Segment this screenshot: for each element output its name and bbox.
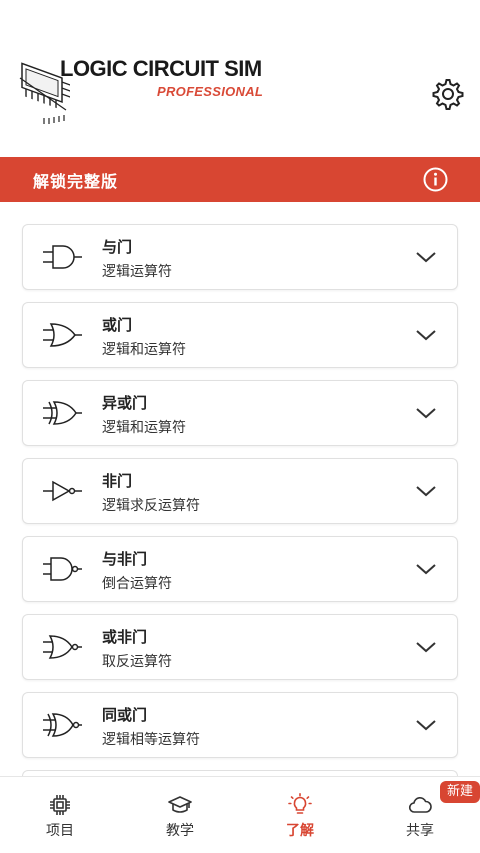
tab-label: 项目 — [46, 823, 74, 839]
gear-icon[interactable] — [430, 76, 466, 112]
logo-title: LOGIC CIRCUIT SIM — [60, 56, 262, 81]
tab-label: 共享 — [406, 823, 434, 839]
app-logo: LOGIC CIRCUIT SIM PROFESSIONAL — [14, 48, 289, 130]
tab-projects[interactable]: 项目 — [0, 777, 120, 853]
gate-subtitle: 取反运算符 — [102, 654, 172, 670]
list-item-nor-gate[interactable]: 或非门 取反运算符 — [22, 614, 458, 680]
chevron-down-icon[interactable] — [415, 718, 437, 732]
chevron-down-icon[interactable] — [415, 640, 437, 654]
chevron-down-icon[interactable] — [415, 250, 437, 264]
gate-subtitle: 倒合运算符 — [102, 576, 172, 592]
tab-learn[interactable]: 了解 — [240, 777, 360, 853]
bottom-tab-bar: 项目 教学 了解 共享 — [0, 776, 480, 853]
and-gate-icon — [43, 245, 82, 269]
gate-list: 与门 逻辑运算符 或门 逻辑和运算符 异或门 逻辑和运算符 非门 逻辑求反运算符… — [22, 224, 458, 770]
cloud-icon — [408, 797, 432, 813]
gate-title: 非门 — [102, 472, 133, 490]
gate-title: 或非门 — [102, 628, 148, 646]
xor-gate-icon — [43, 401, 82, 425]
app-header: LOGIC CIRCUIT SIM PROFESSIONAL — [0, 0, 480, 155]
new-badge: 新建 — [440, 781, 480, 803]
gate-subtitle: 逻辑求反运算符 — [102, 498, 200, 514]
chevron-down-icon[interactable] — [415, 406, 437, 420]
nand-gate-icon — [43, 557, 82, 581]
graduation-cap-icon — [168, 796, 192, 813]
logo-subtitle: PROFESSIONAL — [157, 84, 264, 99]
list-item-nand-gate[interactable]: 与非门 倒合运算符 — [22, 536, 458, 602]
list-item-xnor-gate[interactable]: 同或门 逻辑相等运算符 — [22, 692, 458, 758]
chevron-down-icon[interactable] — [415, 484, 437, 498]
tab-label: 教学 — [166, 823, 194, 839]
xnor-gate-icon — [43, 713, 82, 737]
gate-subtitle: 逻辑相等运算符 — [102, 732, 200, 748]
gate-title: 与非门 — [102, 550, 148, 568]
tab-label: 了解 — [286, 823, 314, 839]
gate-subtitle: 逻辑和运算符 — [102, 420, 186, 436]
list-item-or-gate[interactable]: 或门 逻辑和运算符 — [22, 302, 458, 368]
list-item-and-gate[interactable]: 与门 逻辑运算符 — [22, 224, 458, 290]
tab-teaching[interactable]: 教学 — [120, 777, 240, 853]
unlock-full-version-banner[interactable]: 解锁完整版 — [0, 157, 480, 202]
gate-title: 同或门 — [102, 706, 148, 724]
list-item-not-gate[interactable]: 非门 逻辑求反运算符 — [22, 458, 458, 524]
banner-label: 解锁完整版 — [33, 171, 119, 191]
info-icon[interactable] — [423, 167, 448, 192]
or-gate-icon — [43, 323, 82, 347]
gate-title: 或门 — [102, 316, 133, 334]
gate-title: 异或门 — [102, 394, 148, 412]
not-gate-icon — [43, 480, 82, 502]
gate-subtitle: 逻辑运算符 — [102, 264, 172, 280]
chip-icon — [50, 795, 70, 815]
list-item-xor-gate[interactable]: 异或门 逻辑和运算符 — [22, 380, 458, 446]
chevron-down-icon[interactable] — [415, 328, 437, 342]
lightbulb-icon — [288, 793, 312, 814]
chevron-down-icon[interactable] — [415, 562, 437, 576]
gate-title: 与门 — [102, 238, 133, 256]
nor-gate-icon — [43, 635, 82, 659]
gate-subtitle: 逻辑和运算符 — [102, 342, 186, 358]
